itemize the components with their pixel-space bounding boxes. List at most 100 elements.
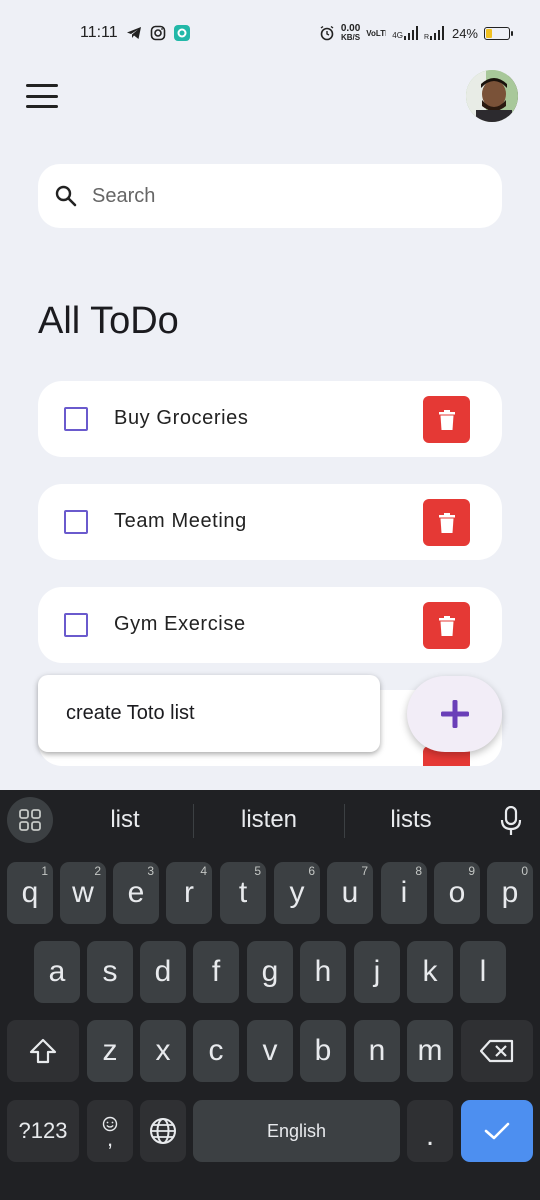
new-todo-input[interactable] [66,702,366,725]
on-screen-keyboard: list listen lists q1 w2 e3 r4 t5 y6 u7 i… [0,790,540,1200]
key-n[interactable]: n [354,1020,400,1082]
shift-icon [29,1038,57,1064]
key-i[interactable]: i8 [381,862,427,924]
alarm-icon [320,25,334,41]
delete-button[interactable] [423,396,470,443]
key-f[interactable]: f [193,941,239,1003]
page-title: All ToDo [38,300,179,342]
suggestion-item[interactable]: list [55,806,195,834]
suggestion-item[interactable]: listen [199,806,339,834]
key-b[interactable]: b [300,1020,346,1082]
instagram-icon [150,25,165,41]
globe-icon [150,1118,176,1144]
key-r[interactable]: r4 [166,862,212,924]
key-t[interactable]: t5 [220,862,266,924]
search-icon [55,185,77,207]
key-char: o [448,876,466,909]
key-char: i [400,876,408,909]
shift-key[interactable] [7,1020,79,1082]
period-key[interactable]: . [407,1100,453,1162]
telegram-icon [126,27,141,39]
battery-fill [486,28,492,38]
todo-item: Gym Exercise [38,587,502,663]
backspace-key[interactable] [461,1020,533,1082]
delete-button[interactable] [423,602,470,649]
todo-checkbox[interactable] [64,510,88,534]
period-char: . [425,1119,435,1152]
trash-icon [438,409,455,430]
done-key[interactable] [461,1100,533,1162]
suggestion-item[interactable]: lists [341,806,481,834]
key-number-hint: 9 [468,864,475,878]
todo-checkbox[interactable] [64,613,88,637]
key-g[interactable]: g [247,941,293,1003]
network-type: 4G [392,26,418,40]
key-x[interactable]: x [140,1020,186,1082]
trash-icon [438,512,455,533]
key-number-hint: 6 [308,864,315,878]
todo-item: Buy Groceries [38,381,502,457]
search-bar[interactable] [38,164,502,228]
symbols-key[interactable]: ?123 [7,1100,79,1162]
plus-icon [440,700,469,728]
key-a[interactable]: a [34,941,80,1003]
menu-line [26,94,58,98]
key-number-hint: 0 [521,864,528,878]
key-w[interactable]: w2 [60,862,106,924]
suggestion-strip: list listen lists [0,790,540,852]
comma-char: , [106,1126,114,1151]
key-e[interactable]: e3 [113,862,159,924]
add-todo-button[interactable] [407,676,502,752]
key-m[interactable]: m [407,1020,453,1082]
key-char: q [21,876,39,909]
key-k[interactable]: k [407,941,453,1003]
chat-app-icon [173,25,190,41]
todo-label: Gym Exercise [114,613,246,635]
status-right: 0.00 KB/S VoLTE 4G R 24% [319,23,513,43]
key-d[interactable]: d [140,941,186,1003]
key-char: t [238,876,248,909]
microphone-icon[interactable] [500,806,522,836]
delete-button[interactable] [423,499,470,546]
key-j[interactable]: j [354,941,400,1003]
key-number-hint: 4 [200,864,207,878]
comma-emoji-key[interactable]: , [87,1100,133,1162]
key-number-hint: 2 [94,864,101,878]
avatar[interactable] [466,70,518,122]
new-todo-field[interactable] [38,675,380,752]
key-u[interactable]: u7 [327,862,373,924]
key-p[interactable]: p0 [487,862,533,924]
key-o[interactable]: o9 [434,862,480,924]
key-y[interactable]: y6 [274,862,320,924]
status-left: 11:11 [80,24,190,42]
keyboard-menu-button[interactable] [7,797,53,843]
key-v[interactable]: v [247,1020,293,1082]
key-z[interactable]: z [87,1020,133,1082]
key-char: p [501,876,519,909]
key-char: r [184,876,194,909]
svg-text:R: R [424,34,429,40]
key-char: w [72,876,94,909]
space-key[interactable]: English [193,1100,400,1162]
net-speed: 0.00 KB/S [340,23,361,43]
key-l[interactable]: l [460,941,506,1003]
battery-percent: 24% [451,25,478,41]
grid-icon [19,809,41,831]
key-s[interactable]: s [87,941,133,1003]
key-number-hint: 1 [41,864,48,878]
key-q[interactable]: q1 [7,862,53,924]
search-input[interactable] [92,184,472,208]
todo-checkbox[interactable] [64,407,88,431]
key-c[interactable]: c [193,1020,239,1082]
key-char: u [341,876,359,909]
key-number-hint: 5 [254,864,261,878]
language-key[interactable] [140,1100,186,1162]
key-h[interactable]: h [300,941,346,1003]
signal-icon-sim2: R [424,26,444,40]
app-bar [0,70,540,122]
hamburger-menu-icon[interactable] [26,84,58,108]
menu-line [26,84,58,87]
key-number-hint: 7 [361,864,368,878]
key-number-hint: 3 [147,864,154,878]
backspace-icon [480,1039,514,1063]
